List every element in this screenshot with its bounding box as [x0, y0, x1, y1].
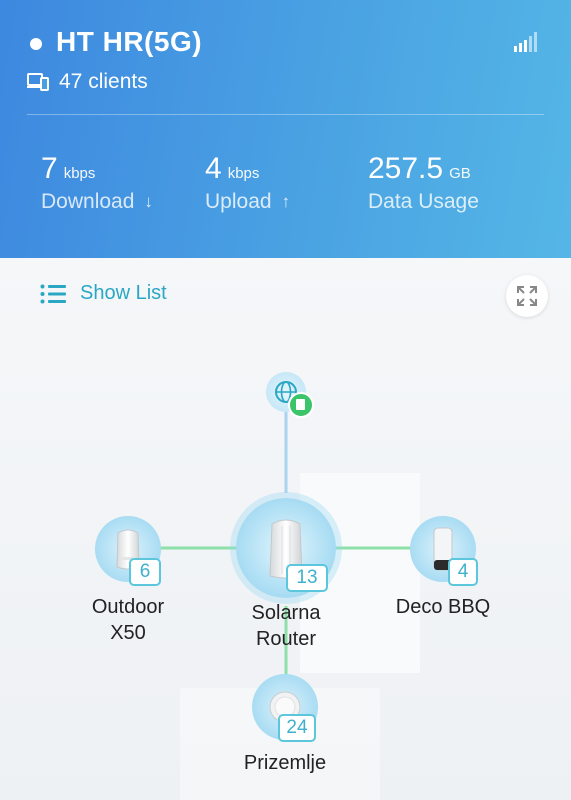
router-label-right: Deco BBQ: [373, 594, 513, 620]
client-count-badge: 13: [286, 564, 328, 592]
client-count-badge: 4: [448, 558, 478, 586]
download-value: 7: [41, 152, 58, 185]
router-label-left: Outdoor X50: [68, 594, 188, 646]
online-status-dot: [30, 38, 42, 50]
header-divider: [27, 114, 544, 115]
client-count-badge: 6: [129, 558, 161, 586]
download-label: Download: [41, 190, 135, 213]
router-name-line2: X50: [110, 622, 146, 644]
devices-icon: [27, 73, 49, 91]
router-node-main[interactable]: 13: [236, 498, 336, 598]
data-usage-stat: 257.5 GB Data Usage: [368, 152, 479, 214]
router-node-bottom[interactable]: 24: [252, 674, 318, 742]
download-stat: 7 kbps Download ↓: [41, 152, 153, 214]
upload-stat: 4 kbps Upload ↑: [205, 152, 290, 214]
signal-strength-icon: [514, 32, 537, 52]
sim-card-icon: [288, 392, 314, 418]
download-arrow-icon: ↓: [144, 192, 153, 211]
router-name-line2: Router: [255, 628, 317, 650]
data-usage-unit: GB: [449, 165, 471, 182]
router-label-bottom: Prizemlje: [215, 750, 355, 776]
router-node-left[interactable]: 6: [95, 516, 161, 586]
upload-arrow-icon: ↑: [281, 192, 291, 211]
router-name-line1: Deco BBQ: [395, 596, 491, 618]
upload-unit: kbps: [227, 165, 260, 182]
clients-label: 47 clients: [59, 70, 148, 93]
router-name-line1: Outdoor: [91, 596, 165, 618]
network-header: HT HR(5G) 47 clients 7 kbps Download ↓ 4 kb…: [0, 0, 571, 258]
router-name-line1: Solarna: [251, 602, 321, 624]
network-name: HT HR(5G): [56, 26, 203, 57]
router-node-right[interactable]: 4: [410, 516, 478, 586]
data-usage-label: Data Usage: [368, 190, 479, 213]
topology-area: Show List 13 Solarna Router 6 Outdoor X5…: [0, 258, 571, 800]
client-count-badge: 24: [278, 714, 316, 742]
data-usage-value: 257.5: [368, 152, 444, 185]
upload-value: 4: [205, 152, 222, 185]
download-unit: kbps: [63, 165, 96, 182]
internet-node[interactable]: [266, 372, 314, 418]
upload-label: Upload: [205, 190, 272, 213]
router-label-main: Solarna Router: [216, 600, 356, 652]
clients-count[interactable]: 47 clients: [27, 70, 148, 94]
router-name-line1: Prizemlje: [243, 752, 327, 774]
